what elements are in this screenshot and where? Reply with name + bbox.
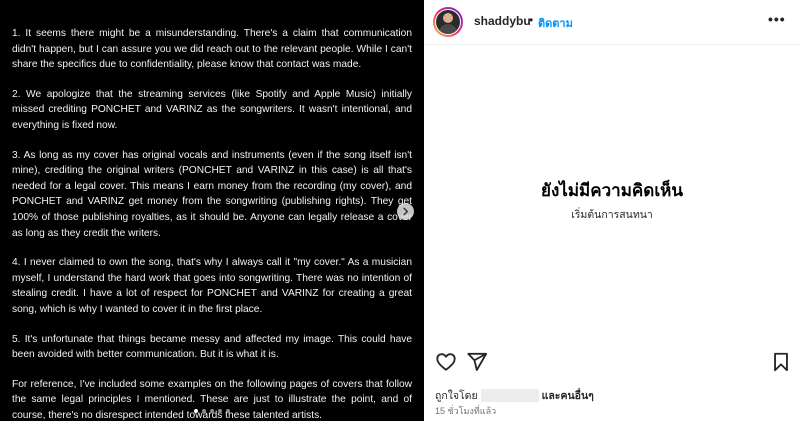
post-details-panel: shaddybu • ติดตาม ••• ยังไม่มีความคิดเห็… bbox=[424, 0, 800, 421]
share-button[interactable] bbox=[466, 351, 488, 373]
save-button[interactable] bbox=[771, 351, 793, 373]
carousel-indicator bbox=[0, 409, 424, 413]
liked-by-others-link[interactable]: และคนอื่นๆ bbox=[542, 387, 594, 404]
paragraph-reference: For reference, I've included some exampl… bbox=[12, 378, 412, 421]
heart-icon bbox=[436, 353, 456, 371]
chevron-right-icon bbox=[403, 207, 409, 216]
liked-by-prefix: ถูกใจโดย bbox=[435, 390, 478, 402]
post-image-carousel: 1. It seems there might be a misundersta… bbox=[0, 0, 424, 421]
paragraph-4: 4. I never claimed to own the song, that… bbox=[12, 257, 412, 315]
header-separator: • bbox=[529, 13, 534, 27]
action-bar bbox=[424, 351, 800, 377]
paragraph-5: 5. It's unfortunate that things became m… bbox=[12, 333, 412, 361]
bookmark-icon bbox=[774, 352, 788, 372]
more-options-button[interactable]: ••• bbox=[768, 11, 786, 27]
post-header: shaddybu • ติดตาม ••• bbox=[424, 0, 800, 45]
instagram-post-view: 1. It seems there might be a misundersta… bbox=[0, 0, 800, 421]
no-comments-title: ยังไม่มีความคิดเห็น bbox=[541, 181, 683, 200]
next-slide-button[interactable] bbox=[397, 203, 414, 220]
paragraph-2: 2. We apologize that the streaming servi… bbox=[12, 88, 412, 131]
start-conversation-text: เริ่มต้นการสนทนา bbox=[571, 209, 653, 221]
post-text-body: 1. It seems there might be a misundersta… bbox=[0, 0, 424, 421]
paper-plane-icon bbox=[467, 352, 488, 371]
post-timestamp[interactable]: 15 ชั่วโมงที่แล้ว bbox=[435, 404, 496, 418]
follow-button[interactable]: ติดตาม bbox=[538, 14, 573, 32]
avatar[interactable] bbox=[433, 7, 463, 37]
carousel-dot bbox=[210, 409, 214, 413]
paragraph-1: 1. It seems there might be a misundersta… bbox=[12, 28, 412, 71]
liked-by-line: ถูกใจโดย และคนอื่นๆ bbox=[435, 387, 594, 404]
paragraph-3: 3. As long as my cover has original voca… bbox=[12, 149, 412, 239]
carousel-dot bbox=[194, 409, 198, 413]
carousel-dot bbox=[202, 409, 206, 413]
username-link[interactable]: shaddybu bbox=[474, 14, 531, 28]
profile-picture bbox=[436, 10, 460, 34]
carousel-dot bbox=[226, 409, 230, 413]
blurred-username bbox=[480, 389, 539, 402]
like-button[interactable] bbox=[435, 351, 457, 373]
carousel-dot bbox=[218, 409, 222, 413]
